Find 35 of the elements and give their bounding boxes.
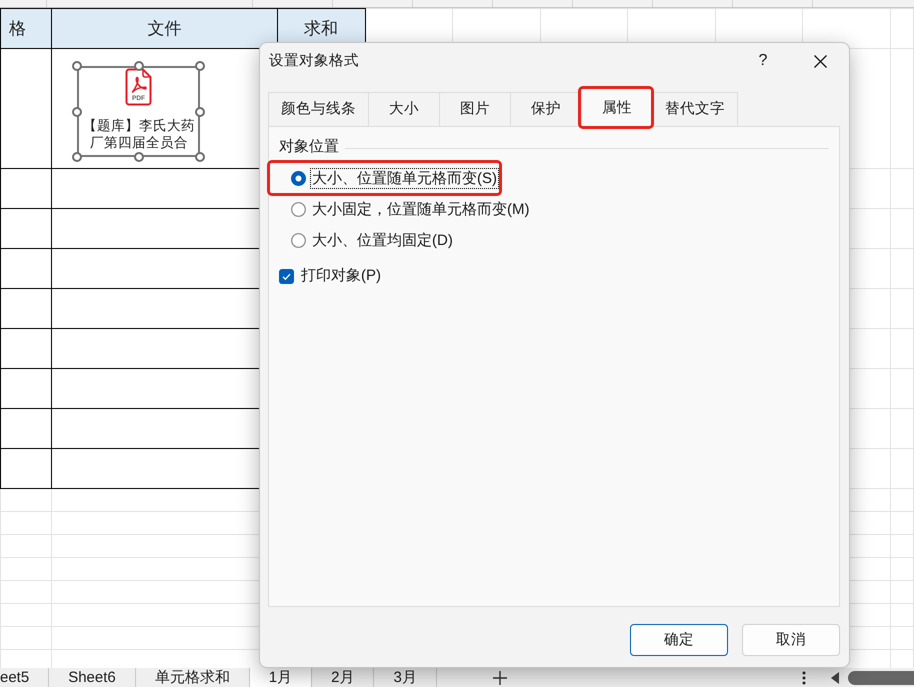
tab[interactable]: 颜色与线条 bbox=[268, 92, 369, 126]
resize-handle[interactable] bbox=[134, 61, 144, 71]
radio-label[interactable]: 大小固定，位置随单元格而变(M) bbox=[311, 200, 530, 218]
object-label: 【题库】李氏大药厂第四届全员合 bbox=[82, 117, 196, 151]
more-options-icon[interactable] bbox=[802, 670, 806, 684]
sheet-tab[interactable]: Sheet6 bbox=[49, 668, 136, 687]
plus-icon bbox=[492, 670, 507, 684]
dialog-button[interactable]: 确定 bbox=[630, 624, 728, 656]
tab[interactable]: 属性 bbox=[581, 88, 653, 127]
sheet-tab[interactable]: 1月 bbox=[250, 668, 312, 687]
scroll-left-icon[interactable] bbox=[831, 672, 839, 684]
dialog-button[interactable]: 取消 bbox=[742, 624, 840, 656]
resize-handle[interactable] bbox=[195, 152, 206, 162]
resize-handle[interactable] bbox=[134, 152, 144, 162]
group-label: 对象位置 bbox=[279, 137, 339, 157]
radio-button[interactable] bbox=[291, 170, 306, 186]
help-button[interactable]: ? bbox=[743, 46, 783, 76]
radio-label[interactable]: 大小、位置随单元格而变(S) bbox=[311, 168, 498, 188]
resize-handle[interactable] bbox=[195, 61, 206, 71]
header-cell: 格 bbox=[0, 8, 52, 48]
scrollbar-thumb[interactable] bbox=[848, 670, 914, 684]
tab[interactable]: 替代文字 bbox=[652, 92, 738, 126]
radio-label[interactable]: 大小、位置均固定(D) bbox=[311, 230, 454, 250]
radio-button[interactable] bbox=[291, 202, 306, 216]
checkbox-label[interactable]: 打印对象(P) bbox=[301, 266, 381, 286]
radio-button[interactable] bbox=[291, 232, 306, 248]
resize-handle[interactable] bbox=[72, 61, 82, 71]
checkbox[interactable] bbox=[279, 268, 294, 284]
resize-handle[interactable] bbox=[72, 106, 82, 116]
resize-handle[interactable] bbox=[72, 152, 82, 162]
close-icon bbox=[814, 54, 826, 68]
resize-handle[interactable] bbox=[195, 106, 206, 116]
dialog-title: 设置对象格式 bbox=[268, 52, 359, 70]
header-cell: 文件 bbox=[52, 8, 278, 48]
sheet-tab[interactable]: eet5 bbox=[0, 668, 50, 687]
